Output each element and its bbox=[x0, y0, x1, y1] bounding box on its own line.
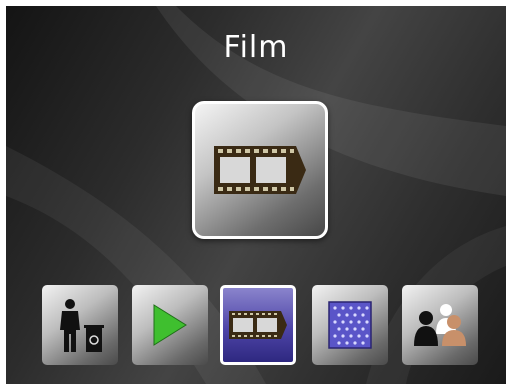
play-icon bbox=[153, 304, 187, 346]
film-scanner-screen: Film bbox=[6, 6, 506, 384]
page-title: Film bbox=[223, 30, 289, 65]
menu-item-delete[interactable] bbox=[42, 285, 118, 365]
menu-item-film[interactable] bbox=[220, 285, 296, 365]
current-mode-tile[interactable] bbox=[192, 101, 328, 239]
menu-item-play[interactable] bbox=[132, 285, 208, 365]
menu-item-slide[interactable] bbox=[312, 285, 388, 365]
trash-delete-icon bbox=[60, 299, 104, 352]
menu-item-people[interactable] bbox=[402, 285, 478, 365]
slide-frame-icon bbox=[328, 301, 372, 349]
film-strip-icon bbox=[214, 146, 306, 194]
film-strip-icon bbox=[229, 311, 287, 339]
people-group-icon bbox=[414, 304, 466, 346]
